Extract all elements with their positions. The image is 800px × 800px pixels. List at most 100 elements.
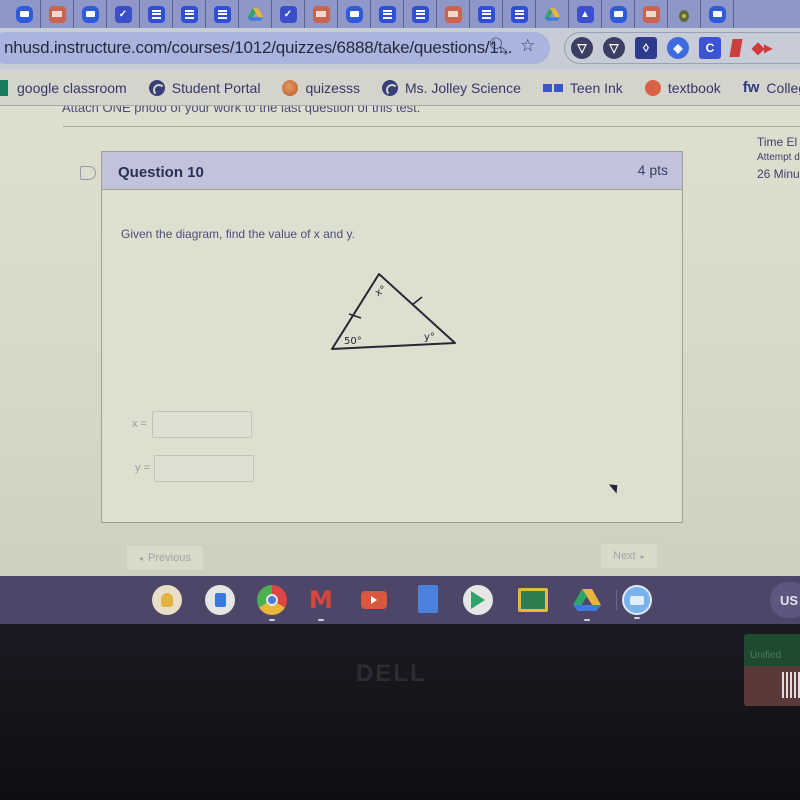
meet-icon xyxy=(81,5,99,23)
gmail-icon[interactable]: M xyxy=(306,585,336,621)
bookmark-label: Teen Ink xyxy=(569,79,623,96)
bookmark-label: quizesss xyxy=(305,79,360,96)
bookmark-label: Ms. Jolley Science xyxy=(404,79,521,96)
chevron-left-icon: ◂ xyxy=(139,553,144,563)
youtube-icon[interactable] xyxy=(361,591,387,609)
c-extension-icon[interactable]: C xyxy=(699,37,721,59)
browser-tab[interactable] xyxy=(668,0,701,28)
browser-tab[interactable] xyxy=(74,0,107,28)
laptop-bezel: DELL Unified xyxy=(0,624,800,800)
browser-tab[interactable] xyxy=(536,0,569,28)
instruction-text: Attach ONE photo of your work to the las… xyxy=(62,106,421,115)
browser-tab[interactable] xyxy=(338,0,371,28)
triangle-diagram: x° 50° y° xyxy=(331,273,456,350)
fw-bookmark-icon: fw xyxy=(742,79,760,96)
next-button[interactable]: Next ▸ xyxy=(600,543,658,569)
bookmark-star-icon[interactable]: ☆ xyxy=(520,36,535,56)
docs-icon xyxy=(378,5,396,23)
slides-icon xyxy=(48,5,66,23)
sticker-text: Unified xyxy=(744,634,800,666)
docs-icon[interactable] xyxy=(205,585,235,615)
address-row: nhusd.instructure.com/courses/1012/quizz… xyxy=(0,28,800,70)
browser-tab[interactable]: ▲ xyxy=(569,0,602,28)
question-card: Question 10 4 pts Given the diagram, fin… xyxy=(101,151,683,523)
keep-icon[interactable] xyxy=(152,585,182,615)
browser-tab[interactable] xyxy=(503,0,536,28)
shield-extension-icon[interactable]: ▽ xyxy=(603,37,625,59)
diamond-extension-icon[interactable]: ◊ xyxy=(635,37,657,59)
globe-bookmark-icon xyxy=(148,79,165,96)
question-points: 4 pts xyxy=(637,162,668,178)
browser-tab[interactable]: ✓ xyxy=(107,0,140,28)
shield-extension-icon[interactable]: ▽ xyxy=(571,37,593,59)
previous-label: Previous xyxy=(148,552,191,564)
meet-icon xyxy=(708,5,726,23)
browser-tab[interactable] xyxy=(404,0,437,28)
minutes-value: 26 Minu xyxy=(757,167,800,181)
play-store-icon[interactable] xyxy=(463,585,493,615)
bookmark-item[interactable]: google classroom xyxy=(0,79,127,96)
drive-icon[interactable] xyxy=(572,585,602,621)
bookmark-item[interactable]: quizesss xyxy=(282,79,360,96)
attempt-label: Attempt d xyxy=(757,152,800,163)
bookmark-item[interactable]: fw College Search - F xyxy=(743,79,800,96)
tick-mark-right xyxy=(411,296,423,306)
browser-tab[interactable] xyxy=(140,0,173,28)
classroom-icon: ▲ xyxy=(576,5,594,23)
browser-tab[interactable] xyxy=(305,0,338,28)
next-label: Next xyxy=(613,550,636,562)
docs-icon xyxy=(213,5,231,23)
drive-icon xyxy=(544,6,561,23)
browser-tab[interactable] xyxy=(437,0,470,28)
bookmark-item[interactable]: Ms. Jolley Science xyxy=(381,79,521,96)
answer-x-input[interactable] xyxy=(152,411,252,438)
url-text[interactable]: nhusd.instructure.com/courses/1012/quizz… xyxy=(4,38,512,58)
browser-tab[interactable] xyxy=(8,0,41,28)
gc-bookmark-icon xyxy=(0,79,8,96)
browser-tab[interactable] xyxy=(701,0,734,28)
answer-y-input[interactable] xyxy=(154,455,254,482)
browser-tab[interactable] xyxy=(206,0,239,28)
bookmark-label: google classroom xyxy=(17,79,127,96)
divider xyxy=(63,126,719,127)
zoom-icon[interactable]: 🔍︎ xyxy=(488,37,510,57)
meet-icon xyxy=(345,5,363,23)
chrome-icon[interactable] xyxy=(257,585,287,621)
tab-strip: ✓ ✓ ▲ xyxy=(0,0,800,28)
red-extension-icon[interactable] xyxy=(729,39,743,57)
docs-icon xyxy=(411,5,429,23)
forms-icon: ✓ xyxy=(279,5,297,23)
docs-icon xyxy=(477,5,495,23)
bookmark-item[interactable]: textbook xyxy=(644,79,721,96)
browser-tab[interactable] xyxy=(602,0,635,28)
browser-tab[interactable] xyxy=(470,0,503,28)
omnibox[interactable]: nhusd.instructure.com/courses/1012/quizz… xyxy=(0,32,550,64)
angle-label-y: y° xyxy=(424,332,435,343)
browser-tab[interactable] xyxy=(371,0,404,28)
dell-logo: DELL xyxy=(356,660,427,687)
browser-tab[interactable] xyxy=(173,0,206,28)
chevron-right-icon: ▸ xyxy=(640,551,645,561)
flag-question-icon[interactable] xyxy=(80,166,96,180)
meet-icon xyxy=(15,5,33,23)
quiz-page: Attach ONE photo of your work to the las… xyxy=(0,106,800,576)
answer-y-label: y = xyxy=(135,462,150,474)
browser-tab[interactable] xyxy=(239,0,272,28)
bookmark-item[interactable]: Student Portal xyxy=(148,79,261,96)
blue-shield-extension-icon[interactable]: ◈ xyxy=(667,37,689,59)
previous-button[interactable]: ◂ Previous xyxy=(126,545,204,571)
shelf: M US xyxy=(0,576,800,624)
status-tray[interactable]: US xyxy=(770,582,800,618)
quiz-bookmark-icon xyxy=(282,79,299,96)
meet-icon[interactable] xyxy=(622,585,652,619)
docs-file-icon[interactable] xyxy=(418,585,438,613)
browser-tab[interactable]: ✓ xyxy=(272,0,305,28)
bookmark-label: Student Portal xyxy=(171,79,261,96)
teen-bookmark-icon xyxy=(542,83,563,92)
bookmark-item[interactable]: Teen Ink xyxy=(542,79,623,96)
browser-tab[interactable] xyxy=(635,0,668,28)
browser-tab[interactable] xyxy=(41,0,74,28)
bookmarks-bar: google classroom Student Portal quizesss Ms… xyxy=(0,70,800,106)
classroom-icon[interactable] xyxy=(518,588,548,612)
red-arrow-extension-icon[interactable]: ◆▸ xyxy=(751,37,773,59)
